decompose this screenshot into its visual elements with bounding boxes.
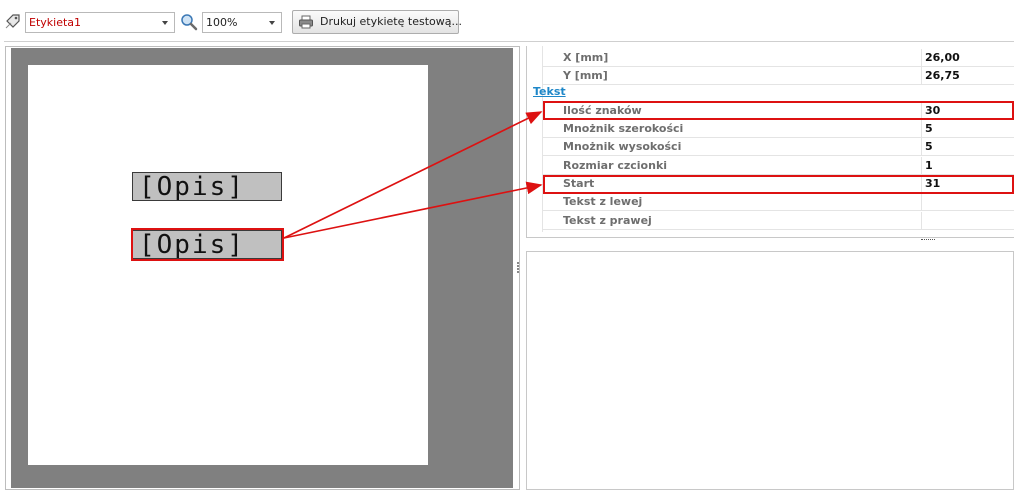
property-grid: X [mm] 26,00 Y [mm] 26,75 Tekst Ilość zn… xyxy=(526,46,1014,240)
tag-icon xyxy=(5,14,20,29)
property-description-panel xyxy=(526,251,1014,490)
property-row-tekst-z-lewej[interactable]: Tekst z lewej xyxy=(543,193,1014,211)
property-name: Y [mm] xyxy=(563,69,608,82)
text-field-1[interactable]: [Opis] xyxy=(132,172,282,201)
category-tekst[interactable]: Tekst xyxy=(533,85,566,98)
magnifier-icon xyxy=(181,14,198,31)
property-name: Mnożnik wysokości xyxy=(563,140,682,153)
zoom-select-value: 100% xyxy=(206,16,238,29)
property-value[interactable]: 26,75 xyxy=(925,69,960,82)
column-divider xyxy=(921,212,922,230)
property-row-mnoznik-wysokosci[interactable]: Mnożnik wysokości 5 xyxy=(543,138,1014,156)
label-paper[interactable] xyxy=(28,65,428,465)
toolbar: Etykieta1 100% Drukuj etykietę testową..… xyxy=(0,0,1014,42)
column-divider xyxy=(921,120,922,138)
property-value[interactable]: 5 xyxy=(925,122,933,135)
splitter-handle[interactable] xyxy=(517,262,520,274)
annotation-box-start xyxy=(543,175,1014,194)
label-select-value: Etykieta1 xyxy=(29,16,82,29)
property-grid-gutter xyxy=(527,46,543,232)
column-divider xyxy=(921,49,922,67)
property-name: Tekst z prawej xyxy=(563,214,652,227)
label-select[interactable]: Etykieta1 xyxy=(25,12,175,33)
annotation-box-ilosc-znakow xyxy=(543,101,1014,120)
column-divider xyxy=(921,67,922,85)
resize-grip[interactable] xyxy=(921,239,935,240)
property-value[interactable]: 5 xyxy=(925,140,933,153)
property-row-tekst-z-prawej[interactable]: Tekst z prawej xyxy=(543,212,1014,230)
toolbar-separator xyxy=(4,41,1014,42)
chevron-down-icon[interactable] xyxy=(264,13,281,32)
property-value[interactable]: 26,00 xyxy=(925,51,960,64)
property-name: Rozmiar czcionki xyxy=(563,159,668,172)
property-name: X [mm] xyxy=(563,51,609,64)
chevron-down-icon[interactable] xyxy=(157,13,174,32)
print-button-label: Drukuj etykietę testową... xyxy=(320,15,462,28)
column-divider xyxy=(921,157,922,175)
property-row-rozmiar-czcionki[interactable]: Rozmiar czcionki 1 xyxy=(543,157,1014,175)
print-test-label-button[interactable]: Drukuj etykietę testową... xyxy=(292,10,462,34)
property-row-mnoznik-szerokosci[interactable]: Mnożnik szerokości 5 xyxy=(543,120,1014,138)
annotation-box-field xyxy=(131,228,284,261)
column-divider xyxy=(921,138,922,156)
property-row-x[interactable]: X [mm] 26,00 xyxy=(543,49,1014,67)
property-name: Tekst z lewej xyxy=(563,195,643,208)
property-row-y[interactable]: Y [mm] 26,75 xyxy=(543,67,1014,85)
property-name: Mnożnik szerokości xyxy=(563,122,684,135)
column-divider xyxy=(921,193,922,211)
printer-icon xyxy=(299,15,313,29)
zoom-select[interactable]: 100% xyxy=(202,12,282,33)
property-value[interactable]: 1 xyxy=(925,159,933,172)
